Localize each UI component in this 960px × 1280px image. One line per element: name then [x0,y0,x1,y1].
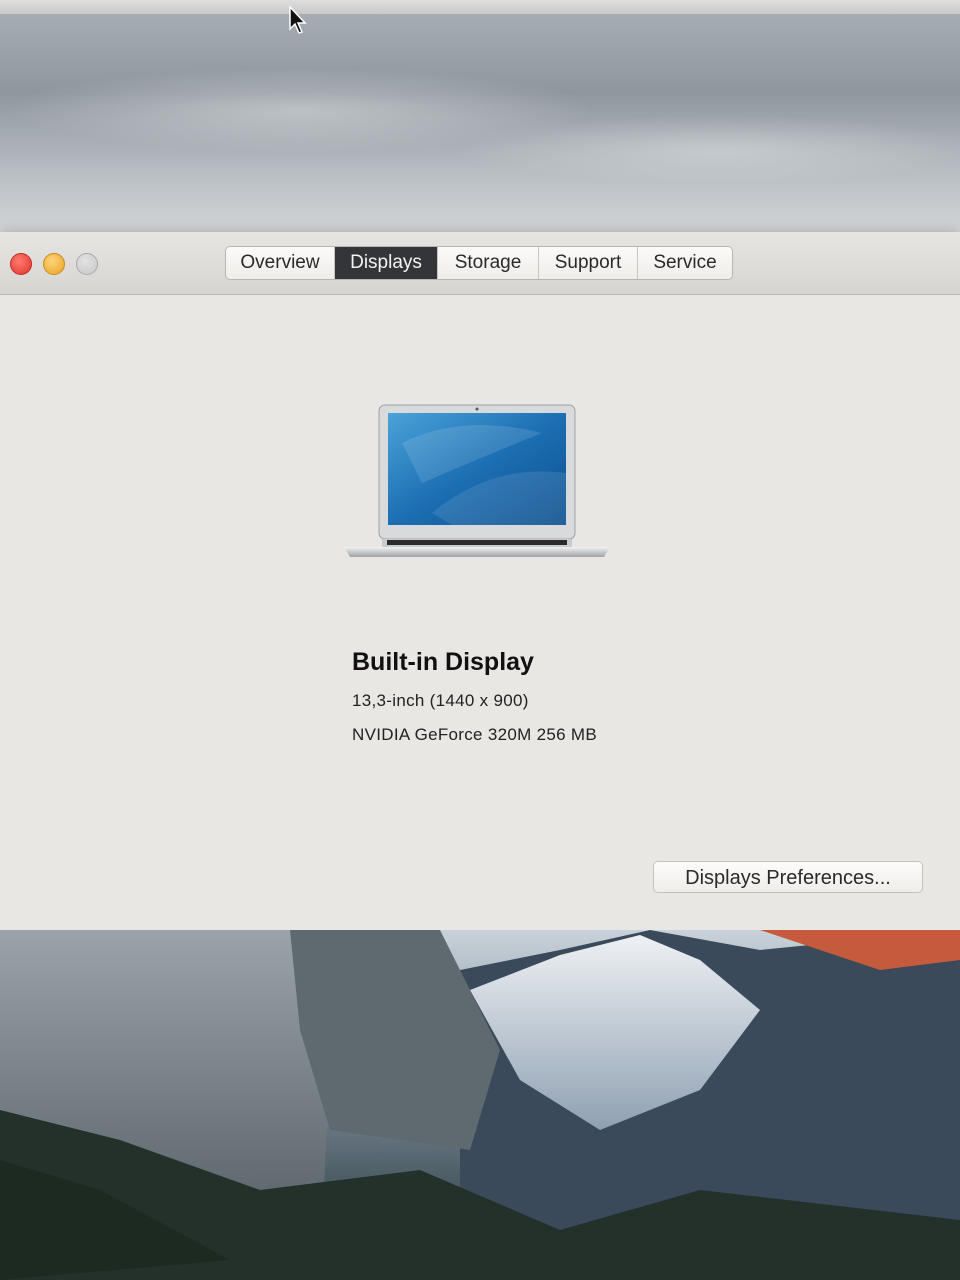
tab-overview[interactable]: Overview [226,247,335,279]
displays-preferences-button[interactable]: Displays Preferences... [653,861,923,893]
laptop-icon [344,404,610,557]
tab-service[interactable]: Service [638,247,732,279]
top-window-edge [0,0,960,14]
tab-support[interactable]: Support [539,247,638,279]
display-info: Built-in Display 13,3-inch (1440 x 900) … [352,648,597,759]
graphics-card: NVIDIA GeForce 320M 256 MB [352,725,597,744]
display-name: Built-in Display [352,648,534,676]
tab-displays[interactable]: Displays [335,247,438,279]
displays-pane: Built-in Display 13,3-inch (1440 x 900) … [0,295,960,932]
desktop-sky [0,0,960,232]
tab-bar: Overview Displays Storage Support Servic… [225,246,733,280]
tab-storage[interactable]: Storage [438,247,539,279]
about-this-mac-window: Overview Displays Storage Support Servic… [0,232,960,932]
title-bar: Overview Displays Storage Support Servic… [0,232,960,295]
mouse-cursor-icon [289,6,307,34]
desktop-wallpaper [0,930,960,1280]
close-icon[interactable] [10,253,32,275]
display-size-resolution: 13,3-inch (1440 x 900) [352,691,529,710]
minimize-icon[interactable] [43,253,65,275]
zoom-icon[interactable] [76,253,98,275]
